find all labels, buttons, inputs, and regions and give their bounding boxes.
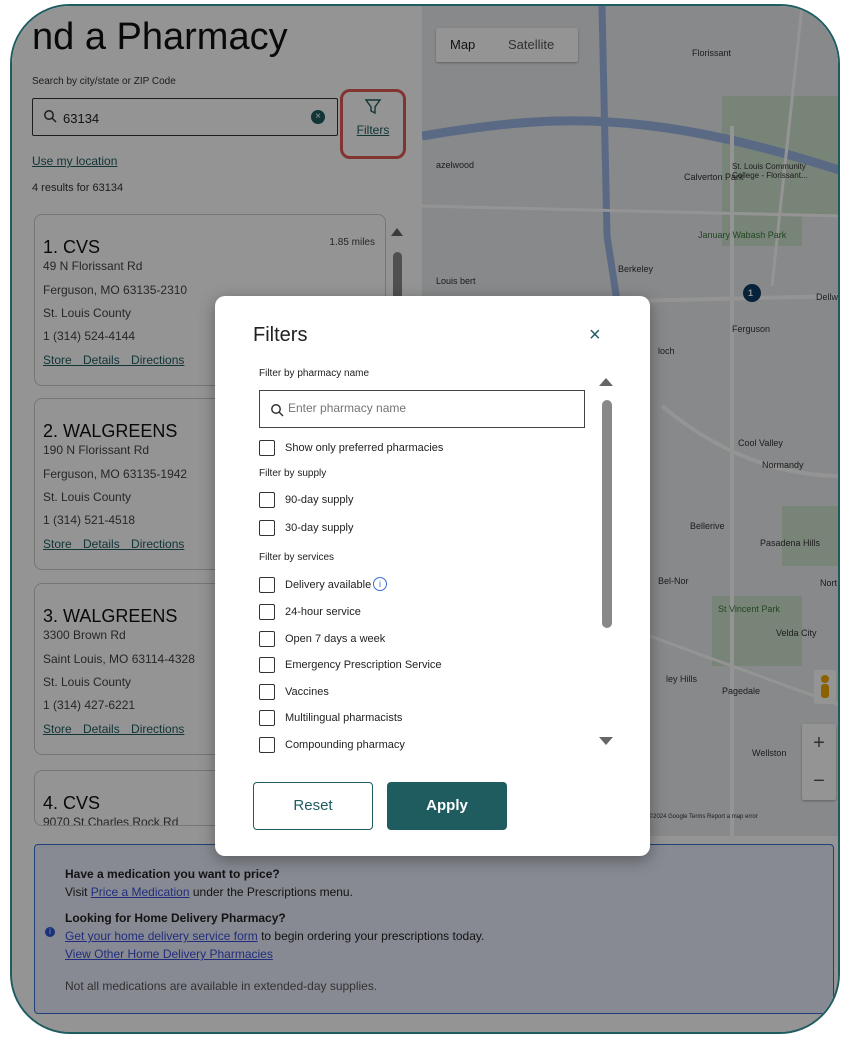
pharmacy-name-input[interactable] xyxy=(286,400,570,416)
info-icon[interactable]: i xyxy=(373,577,387,591)
dialog-scrollbar[interactable] xyxy=(602,400,612,628)
search-icon xyxy=(271,404,284,417)
section-label: Filter by services xyxy=(259,552,335,563)
section-label: Filter by supply xyxy=(259,468,327,479)
screenshot-frame: nd a Pharmacy Search by city/state or ZI… xyxy=(10,4,840,1034)
reset-button[interactable]: Reset xyxy=(253,782,373,830)
apply-button[interactable]: Apply xyxy=(387,782,507,830)
dialog-title: Filters xyxy=(253,324,308,346)
close-icon[interactable]: × xyxy=(589,324,601,347)
page: nd a Pharmacy Search by city/state or ZI… xyxy=(12,6,838,1032)
dialog-scroll-down[interactable] xyxy=(599,737,613,745)
section-label: Filter by pharmacy name xyxy=(259,368,370,379)
dialog-scroll-up[interactable] xyxy=(599,378,613,386)
filters-dialog: Filters × Filter by pharmacy name Show o… xyxy=(215,296,650,856)
pharmacy-name-field[interactable] xyxy=(259,390,585,428)
